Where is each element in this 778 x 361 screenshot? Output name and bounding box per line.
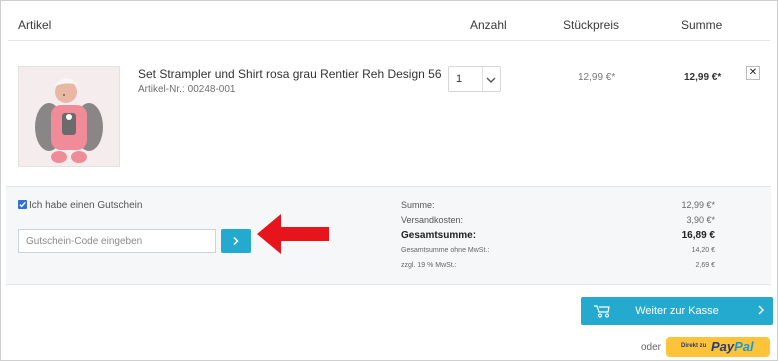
summary-value-versandkosten: 3,90 €* (686, 215, 715, 225)
article-number-label: Artikel-Nr.: (138, 84, 185, 95)
remove-item-button[interactable]: ✕ (746, 66, 760, 80)
annotation-arrow-icon (257, 214, 329, 254)
paypal-logo: PayPal (711, 339, 754, 354)
quantity-divider (482, 67, 483, 91)
summary-value-netto: 14,20 € (691, 247, 715, 254)
close-icon: ✕ (748, 67, 758, 78)
summary-value-summe: 12,99 €* (681, 200, 715, 210)
chevron-down-icon[interactable] (484, 73, 498, 85)
checkout-button[interactable]: Weiter zur Kasse (581, 297, 773, 325)
summary-label-summe: Summe: (401, 200, 435, 210)
paypal-button[interactable]: Direkt zu PayPal (666, 337, 770, 357)
voucher-submit-button[interactable] (221, 229, 251, 253)
or-label: oder (641, 342, 662, 353)
article-number: Artikel-Nr.: 00248-001 (138, 84, 236, 95)
line-total: 12,99 €* (684, 72, 722, 83)
quantity-select[interactable]: 1 (448, 66, 501, 92)
column-header-anzahl: Anzahl (470, 18, 507, 32)
summary-label-mwst: zzgl. 19 % MwSt.: (401, 262, 457, 269)
chevron-right-icon (233, 236, 239, 246)
unit-price: 12,99 €* (578, 72, 616, 83)
paypal-direct-label: Direkt zu (681, 343, 707, 349)
summary-label-gesamtsumme: Gesamtsumme: (401, 230, 477, 241)
summary-value-mwst: 2,69 € (695, 262, 715, 269)
voucher-checkbox-label[interactable]: Ich habe einen Gutschein (29, 200, 142, 211)
chevron-right-icon (758, 305, 765, 315)
summary-value-gesamtsumme: 16,89 € (681, 230, 715, 241)
voucher-checkbox[interactable] (18, 200, 27, 209)
header-divider (8, 40, 770, 41)
column-header-stueckpreis: Stückpreis (563, 18, 620, 32)
summary-label-versandkosten: Versandkosten: (401, 215, 464, 225)
product-name[interactable]: Set Strampler und Shirt rosa grau Rentie… (138, 67, 442, 81)
column-header-summe: Summe (681, 18, 723, 32)
voucher-code-input[interactable] (18, 229, 216, 253)
column-header-artikel: Artikel (18, 18, 52, 32)
checkout-button-label: Weiter zur Kasse (635, 305, 719, 317)
article-number-value: 00248-001 (187, 84, 236, 95)
quantity-value: 1 (456, 73, 463, 85)
product-image[interactable] (18, 66, 120, 167)
summary-label-netto: Gesamtsumme ohne MwSt.: (401, 247, 490, 254)
